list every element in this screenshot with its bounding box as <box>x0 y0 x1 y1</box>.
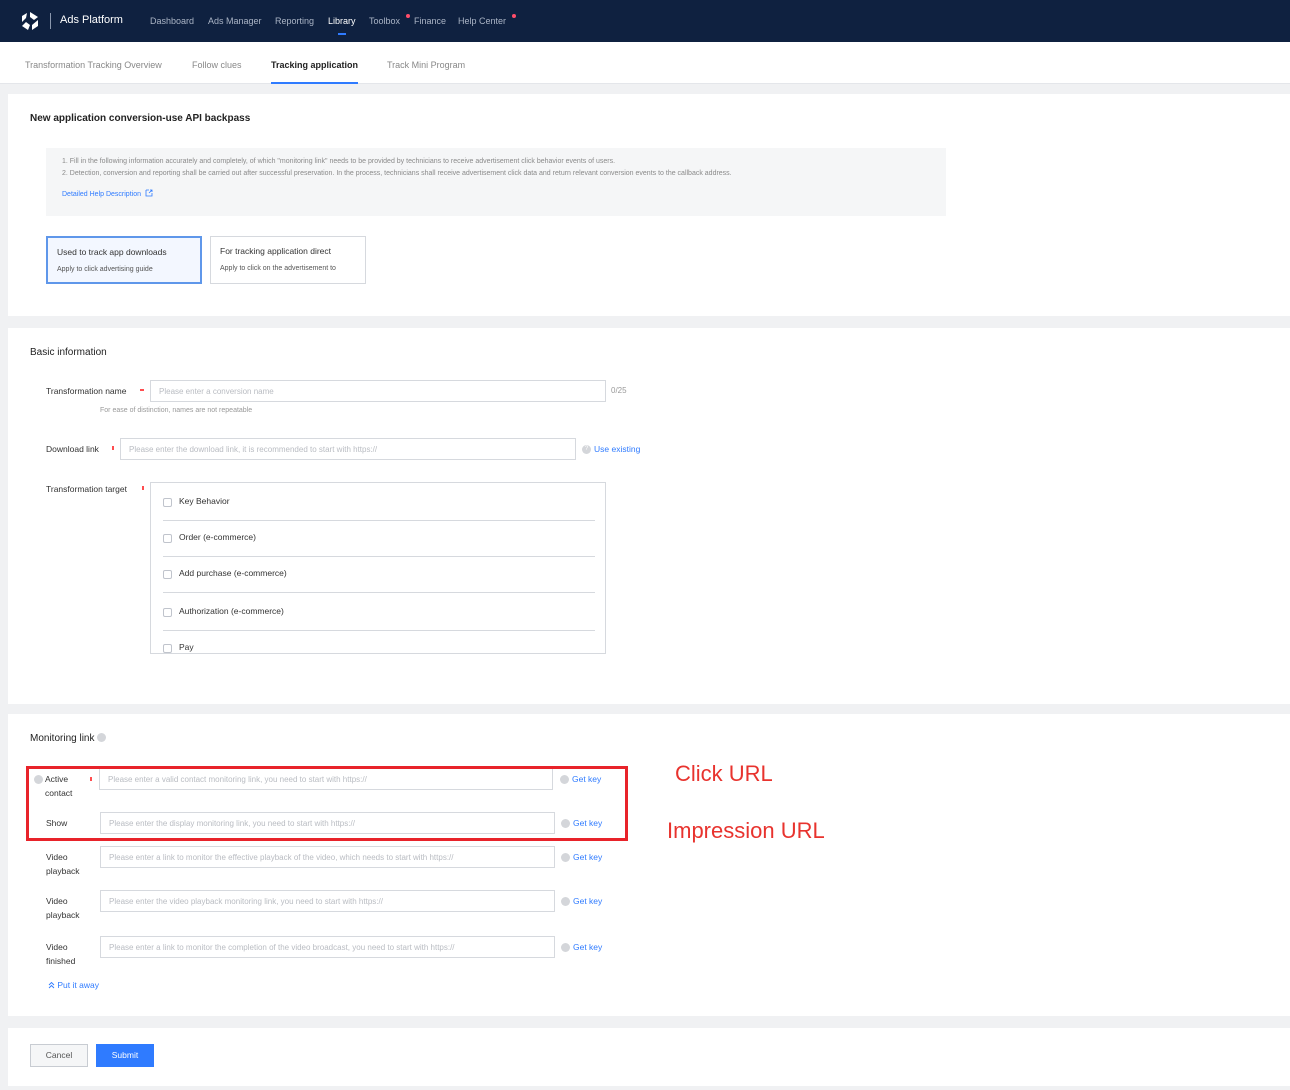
tab-track-mini-program[interactable]: Track Mini Program <box>387 60 465 70</box>
external-link-icon <box>145 189 153 197</box>
monitoring-link-title-text: Monitoring link <box>30 733 95 744</box>
sub-tab-bar: Transformation Tracking Overview Follow … <box>0 42 1290 84</box>
video-playback-label: Video playback <box>46 852 80 876</box>
nav-dashboard[interactable]: Dashboard <box>150 16 194 26</box>
tab-follow-clues[interactable]: Follow clues <box>192 60 242 70</box>
divider <box>163 556 595 557</box>
option-title: For tracking application direct <box>220 246 332 256</box>
basic-info-title: Basic information <box>30 347 107 358</box>
question-icon[interactable]: ? <box>582 445 591 454</box>
question-icon[interactable] <box>561 853 570 862</box>
required-marker <box>140 389 144 391</box>
video-finished-input[interactable] <box>100 936 555 958</box>
nav-ads-manager[interactable]: Ads Manager <box>208 16 262 26</box>
get-key-link-video-playback[interactable]: Get key <box>573 852 602 862</box>
required-marker <box>142 486 144 490</box>
get-key-link-video-finished[interactable]: Get key <box>573 942 602 952</box>
help-notification-dot <box>512 14 516 18</box>
nav-finance[interactable]: Finance <box>414 16 446 26</box>
help-link-text: Detailed Help Description <box>62 191 141 198</box>
target-key-behavior[interactable]: Key Behavior <box>163 495 597 511</box>
brand-name: Ads Platform <box>60 14 123 26</box>
nav-reporting[interactable]: Reporting <box>275 16 314 26</box>
nav-help-center[interactable]: Help Center <box>458 16 506 26</box>
option-track-app-downloads[interactable]: Used to track app downloads Apply to cli… <box>46 236 202 284</box>
get-key-link-video-playback-2[interactable]: Get key <box>573 896 602 906</box>
checkbox-label: Add purchase (e-commerce) <box>179 568 287 578</box>
divider <box>163 630 595 631</box>
target-pay[interactable]: Pay <box>163 641 597 653</box>
transformation-name-label: Transformation name <box>46 386 127 396</box>
nav-toolbox[interactable]: Toolbox <box>369 16 400 26</box>
tab-tracking-application[interactable]: Tracking application <box>271 60 359 84</box>
question-icon[interactable] <box>561 943 570 952</box>
video-playback-input[interactable] <box>100 846 555 868</box>
annotation-impression-url: Impression URL <box>667 818 825 843</box>
checkbox[interactable] <box>163 644 172 653</box>
cancel-button[interactable]: Cancel <box>30 1044 88 1067</box>
page-title: New application conversion-use API backp… <box>30 113 251 124</box>
checkbox-label: Pay <box>179 642 194 652</box>
video-playback-2-input[interactable] <box>100 890 555 912</box>
divider <box>163 592 595 593</box>
annotation-click-url: Click URL <box>675 761 773 786</box>
checkbox-label: Key Behavior <box>179 496 230 506</box>
download-link-label: Download link <box>46 444 99 454</box>
checkbox[interactable] <box>163 498 172 507</box>
transformation-name-input[interactable] <box>150 380 606 402</box>
option-title: Used to track app downloads <box>57 247 167 257</box>
footer-card <box>8 1028 1290 1086</box>
use-existing-link[interactable]: Use existing <box>594 444 640 454</box>
toolbox-notification-dot <box>406 14 410 18</box>
video-playback-2-label: Video playback <box>46 896 80 920</box>
divider <box>163 520 595 521</box>
target-add-purchase[interactable]: Add purchase (e-commerce) <box>163 567 597 583</box>
annotation-highlight-box <box>26 766 628 841</box>
help-description-link[interactable]: Detailed Help Description <box>62 189 153 198</box>
target-order[interactable]: Order (e-commerce) <box>163 531 597 547</box>
name-hint: For ease of distinction, names are not r… <box>100 407 253 414</box>
nav-library[interactable]: Library <box>328 16 356 35</box>
checkbox[interactable] <box>163 608 172 617</box>
option-track-app-direct[interactable]: For tracking application direct Apply to… <box>210 236 366 284</box>
name-char-counter: 0/25 <box>611 386 627 395</box>
checkbox-label: Authorization (e-commerce) <box>179 606 284 616</box>
option-subtitle: Apply to click on the advertisement to <box>220 265 336 272</box>
checkbox[interactable] <box>163 570 172 579</box>
checkbox-label: Order (e-commerce) <box>179 532 256 542</box>
required-marker <box>112 446 114 450</box>
question-icon[interactable] <box>561 897 570 906</box>
target-authorization[interactable]: Authorization (e-commerce) <box>163 605 597 621</box>
notice-line-2: 2. Detection, conversion and reporting s… <box>62 170 732 177</box>
notice-line-1: 1. Fill in the following information acc… <box>62 158 616 165</box>
transformation-target-label: Transformation target <box>46 484 127 494</box>
tab-transformation-tracking-overview[interactable]: Transformation Tracking Overview <box>25 60 162 70</box>
logo-divider <box>50 13 51 29</box>
monitoring-link-title: Monitoring link <box>30 733 107 744</box>
video-finished-label: Video finished <box>46 942 76 966</box>
double-chevron-up-icon <box>48 981 55 989</box>
top-nav-bar: Ads Platform Dashboard Ads Manager Repor… <box>0 0 1290 42</box>
put-it-away-text: Put it away <box>57 980 99 990</box>
download-link-input[interactable] <box>120 438 576 460</box>
notice-box: 1. Fill in the following information acc… <box>46 148 946 216</box>
info-icon[interactable] <box>97 733 107 742</box>
platform-logo-icon[interactable] <box>20 11 40 31</box>
checkbox[interactable] <box>163 534 172 543</box>
put-it-away-link[interactable]: Put it away <box>48 980 99 990</box>
option-subtitle: Apply to click advertising guide <box>57 266 153 273</box>
transformation-target-list[interactable]: Key Behavior Order (e-commerce) Add purc… <box>150 482 606 654</box>
submit-button[interactable]: Submit <box>96 1044 154 1067</box>
